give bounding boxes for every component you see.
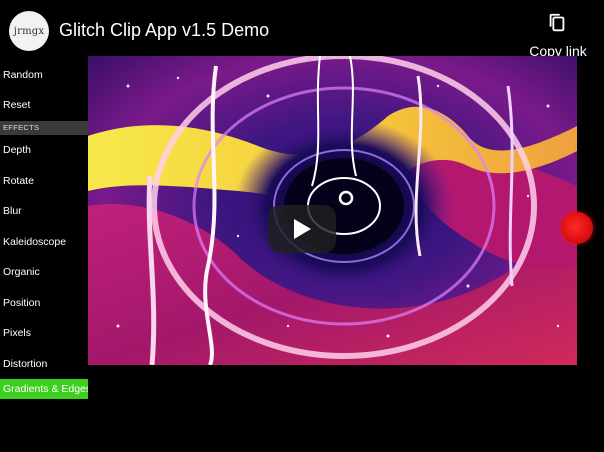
play-button[interactable]: [268, 205, 336, 253]
sidebar-item-reset[interactable]: Reset: [0, 90, 88, 120]
sidebar-item-depth[interactable]: Depth: [0, 135, 88, 165]
sidebar-item-random[interactable]: Random: [0, 60, 88, 90]
video-player[interactable]: [88, 56, 577, 365]
play-icon: [294, 219, 311, 239]
sidebar-item-gradients-edges[interactable]: Gradients & Edges: [0, 379, 88, 399]
sidebar-item-pixels[interactable]: Pixels: [0, 318, 88, 348]
sidebar-item-blur[interactable]: Blur: [0, 196, 88, 226]
copy-icon: [549, 13, 565, 32]
avatar-text: jrmgx: [13, 25, 45, 37]
sidebar-item-position[interactable]: Position: [0, 288, 88, 318]
copy-link-button[interactable]: Copy link: [522, 12, 594, 60]
video-embed: jrmgx Glitch Clip App v1.5 Demo Copy lin…: [0, 0, 604, 452]
sidebar-item-organic[interactable]: Organic: [0, 257, 88, 287]
channel-avatar[interactable]: jrmgx: [9, 11, 49, 51]
video-header: jrmgx Glitch Clip App v1.5 Demo Copy lin…: [0, 0, 604, 64]
video-title[interactable]: Glitch Clip App v1.5 Demo: [59, 20, 269, 41]
sidebar-section-effects: EFFECTS: [0, 121, 88, 135]
sidebar-item-rotate[interactable]: Rotate: [0, 166, 88, 196]
record-icon[interactable]: [561, 212, 593, 244]
effects-sidebar: Random Reset EFFECTS Depth Rotate Blur K…: [0, 60, 88, 399]
sidebar-item-kaleidoscope[interactable]: Kaleidoscope: [0, 227, 88, 257]
sidebar-item-distortion[interactable]: Distortion: [0, 349, 88, 379]
